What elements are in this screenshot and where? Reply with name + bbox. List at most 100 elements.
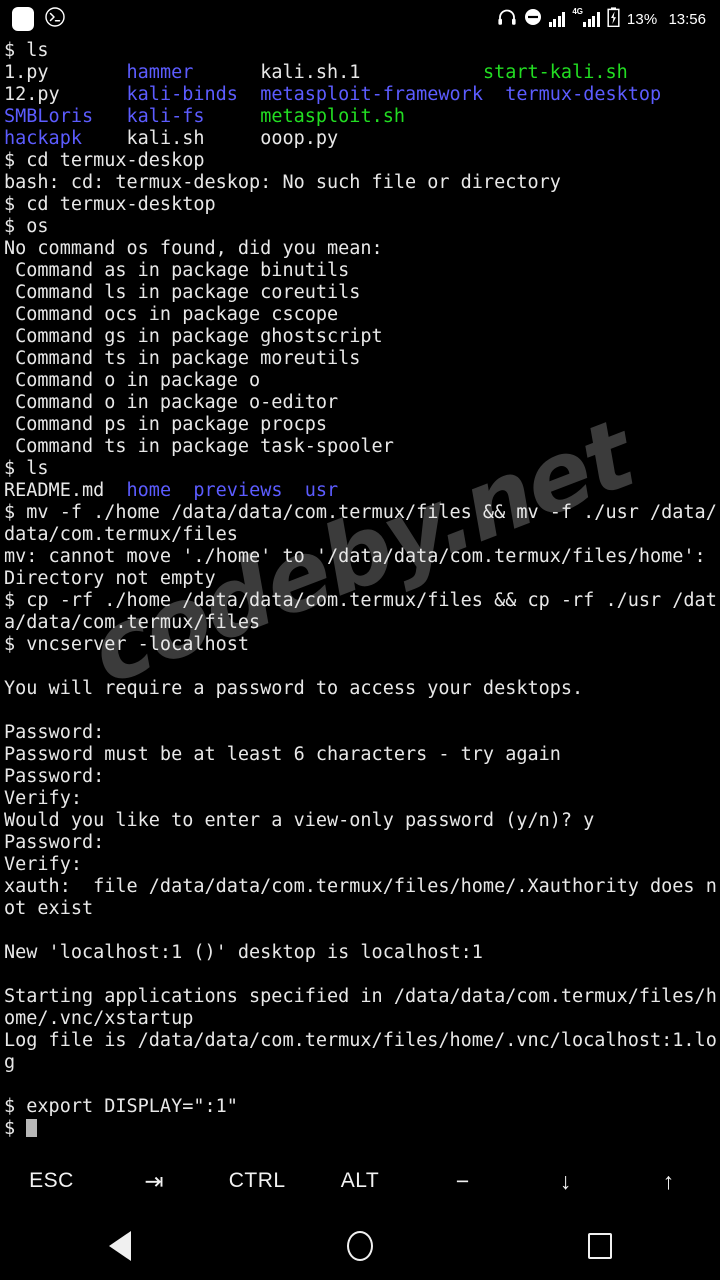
terminal-line-cmd-vncserver: $ vncserver -localhost — [4, 634, 720, 656]
terminal-text: Log file is /data/data/com.termux/files/… — [4, 1030, 717, 1051]
terminal-output[interactable]: $ ls 1.py hammer kali.sh.1 start-kali.sh 1… — [0, 38, 720, 1150]
terminal-text: $ cd termux-desktop — [4, 194, 216, 215]
app-square-icon — [12, 7, 34, 31]
terminal-text: Verify: — [4, 788, 82, 809]
terminal-text: kali-binds — [126, 84, 238, 105]
terminal-line-cmd-mv-1: $ mv -f ./home /data/data/com.termux/fil… — [4, 502, 720, 524]
terminal-text: Starting applications specified in /data… — [4, 986, 717, 1007]
terminal-line-cmd-cd-desktop: $ cd termux-desktop — [4, 194, 720, 216]
terminal-text: 1.py — [4, 62, 49, 83]
terminal-line-err-no-such-dir: bash: cd: termux-deskop: No such file or… — [4, 172, 720, 194]
terminal-line-out-new-desktop: New 'localhost:1 ()' desktop is localhos… — [4, 942, 720, 964]
terminal-line-suggest-o: Command o in package o — [4, 370, 720, 392]
do-not-disturb-icon — [524, 8, 542, 31]
terminal-text: README.md — [4, 480, 105, 501]
terminal-line-err-xauth: xauth: file /data/data/com.termux/files/… — [4, 876, 720, 898]
status-bar-system-icons: 4G 13% 13:56 — [497, 6, 706, 32]
terminal-text: termux-desktop — [505, 84, 662, 105]
terminal-text: kali.sh.1 — [260, 62, 361, 83]
terminal-text: $ cp -rf ./home /data/data/com.termux/fi… — [4, 590, 717, 611]
terminal-cursor — [26, 1119, 38, 1137]
terminal-line-suggest-moreutils: Command ts in package moreutils — [4, 348, 720, 370]
terminal-text: kali.sh — [126, 128, 205, 149]
terminal-line-prompt-view-only: Would you like to enter a view-only pass… — [4, 810, 720, 832]
terminal-text: metasploit-framework — [260, 84, 483, 105]
square-icon — [588, 1233, 612, 1259]
terminal-text: Command ts in package task-spooler — [4, 436, 394, 457]
terminal-text: $ ls — [4, 458, 49, 479]
headphone-icon — [497, 8, 517, 31]
terminal-text: 12.py — [4, 84, 60, 105]
triangle-left-icon — [109, 1231, 131, 1261]
terminal-line-ls-out-row-3: SMBLoris kali-fs metasploit.sh — [4, 106, 720, 128]
key-arrow-up[interactable]: ↑ — [617, 1168, 720, 1195]
terminal-text: start-kali.sh — [482, 62, 628, 83]
terminal-text: data/com.termux/files — [4, 524, 238, 545]
terminal-line-blank-3 — [4, 920, 720, 942]
terminal-line-cmd-ls-1: $ ls — [4, 40, 720, 62]
termux-notification-icon — [44, 6, 66, 33]
terminal-line-ls-out-row-2: 12.py kali-binds metasploit-framework te… — [4, 84, 720, 106]
nav-home-button[interactable] — [300, 1212, 420, 1280]
terminal-line-prompt-password-1: Password: — [4, 722, 720, 744]
terminal-line-err-mv-cannot-move: mv: cannot move './home' to '/data/data/… — [4, 546, 720, 568]
terminal-text: usr — [304, 480, 339, 501]
terminal-text: Command ps in package procps — [4, 414, 328, 435]
terminal-line-cmd-cd-typo: $ cd termux-deskop — [4, 150, 720, 172]
terminal-line-err-password-short: Password must be at least 6 characters -… — [4, 744, 720, 766]
battery-percent-label: 13% — [626, 10, 658, 28]
terminal-text: ot exist — [4, 898, 94, 919]
terminal-line-out-log-file-wrap: g — [4, 1052, 720, 1074]
terminal-text: Command ls in package coreutils — [4, 282, 361, 303]
key-alt[interactable]: ALT — [309, 1169, 412, 1193]
terminal-line-err-dir-not-empty: Directory not empty — [4, 568, 720, 590]
phone-screen: 4G 13% 13:56 codeby.net $ ls 1.py hammer … — [0, 0, 720, 1280]
terminal-text: $ cd termux-deskop — [4, 150, 205, 171]
terminal-text: New 'localhost:1 ()' desktop is localhos… — [4, 942, 483, 963]
android-navigation-bar — [0, 1212, 720, 1280]
terminal-line-out-log-file: Log file is /data/data/com.termux/files/… — [4, 1030, 720, 1052]
terminal-line-suggest-coreutils: Command ls in package coreutils — [4, 282, 720, 304]
terminal-line-cmd-cp-1-wrap: a/data/com.termux/files — [4, 612, 720, 634]
terminal-line-ls-out-row-4: hackapk kali.sh ooop.py — [4, 128, 720, 150]
terminal-text: mv: cannot move './home' to '/data/data/… — [4, 546, 706, 567]
terminal-text: Password: — [4, 832, 105, 853]
key-arrow-down[interactable]: ↓ — [514, 1168, 617, 1195]
battery-charging-icon — [607, 6, 620, 32]
terminal-line-out-require-password: You will require a password to access yo… — [4, 678, 720, 700]
terminal-text: $ mv -f ./home /data/data/com.termux/fil… — [4, 502, 717, 523]
terminal-line-prompt-password-3: Password: — [4, 832, 720, 854]
terminal-line-blank-4 — [4, 964, 720, 986]
terminal-line-prompt-current: $ — [4, 1118, 720, 1140]
key-esc[interactable]: ESC — [0, 1169, 103, 1193]
terminal-text: ome/.vnc/xstartup — [4, 1008, 194, 1029]
terminal-text: Password: — [4, 722, 105, 743]
terminal-text: $ — [4, 1118, 27, 1139]
terminal-line-prompt-verify-1: Verify: — [4, 788, 720, 810]
terminal-text: Would you like to enter a view-only pass… — [4, 810, 595, 831]
terminal-line-ls-out-2: README.md home previews usr — [4, 480, 720, 502]
terminal-text: No command os found, did you mean: — [4, 238, 383, 259]
terminal-text: hammer — [126, 62, 194, 83]
key-minus[interactable]: − — [411, 1168, 514, 1195]
terminal-text: bash: cd: termux-deskop: No such file or… — [4, 172, 561, 193]
terminal-text: $ vncserver -localhost — [4, 634, 250, 655]
terminal-text: home — [126, 480, 172, 501]
nav-back-button[interactable] — [60, 1212, 180, 1280]
terminal-text: Command ts in package moreutils — [4, 348, 361, 369]
terminal-text: Verify: — [4, 854, 82, 875]
key-tab[interactable]: ⇥ — [103, 1168, 206, 1195]
terminal-text: Directory not empty — [4, 568, 216, 589]
terminal-line-cmd-os: $ os — [4, 216, 720, 238]
nav-recents-button[interactable] — [540, 1212, 660, 1280]
key-ctrl[interactable]: CTRL — [206, 1169, 309, 1193]
